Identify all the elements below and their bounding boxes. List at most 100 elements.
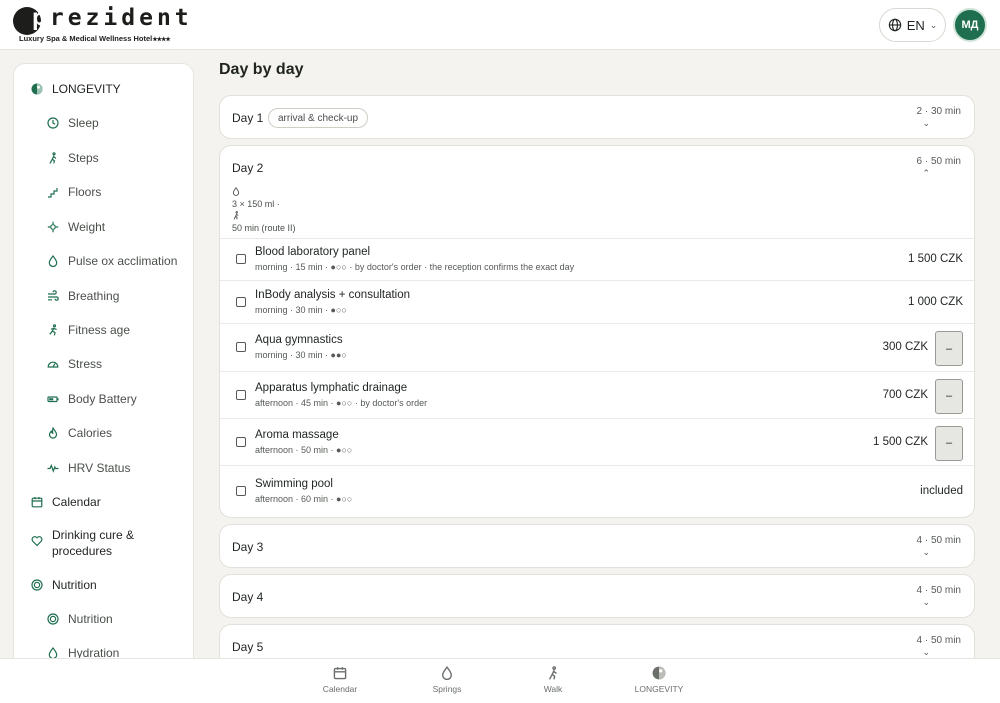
bottom-nav-calendar[interactable]: Calendar: [300, 666, 380, 694]
language-label: EN: [906, 17, 925, 33]
pulse-icon: [47, 462, 59, 474]
chevron-down-icon: ⌄: [929, 19, 938, 30]
procedure-row: InBody analysis + consultation morning · …: [220, 281, 976, 324]
remove-procedure-button[interactable]: –: [935, 331, 963, 366]
sidebar-item-fitness-age[interactable]: Fitness age: [14, 322, 193, 338]
procedure-row: Apparatus lymphatic drainage afternoon · …: [220, 372, 976, 419]
bottom-nav-springs[interactable]: Springs: [407, 666, 487, 694]
sidebar-item-stress[interactable]: Stress: [14, 356, 193, 372]
bottom-nav-walk[interactable]: Walk: [513, 666, 593, 694]
procedure-name: Aqua gymnastics: [255, 334, 343, 346]
procedure-row: Swimming pool afternoon · 60 min · ●○○ inc…: [220, 466, 976, 518]
hotel-logo[interactable]: prezident Luxury Spa & Medical Wellness …: [13, 5, 189, 45]
procedure-checkbox[interactable]: [236, 486, 246, 496]
drop-icon: [440, 666, 454, 681]
day-card-2[interactable]: Day 2 6 · 50 min ⌃ 3 × 150 ml · 50 min (…: [219, 145, 976, 518]
procedure-price: 1 500 CZK: [908, 253, 963, 265]
sidebar-item-nutrition[interactable]: Nutrition: [14, 611, 193, 627]
drop-icon: [232, 187, 240, 196]
procedure-checkbox[interactable]: [236, 389, 246, 400]
longevity-icon: [31, 83, 43, 95]
user-avatar[interactable]: МД: [953, 8, 987, 42]
bottom-nav-label: LONGEVITY: [634, 684, 684, 694]
day-duration: 4 · 50 min: [916, 535, 961, 546]
sidebar-item-label: Nutrition: [68, 612, 113, 626]
sidebar-item-pulse-ox-acclimation[interactable]: Pulse ox acclimation: [14, 253, 193, 269]
sidebar-item-label: Floors: [68, 185, 102, 199]
sidebar-item-calendar[interactable]: Calendar: [14, 494, 193, 510]
sidebar-item-breathing[interactable]: Breathing: [14, 288, 193, 304]
bottom-nav-label: Springs: [432, 684, 462, 694]
chevron-down-icon[interactable]: ⌄: [922, 647, 930, 658]
chevron-down-icon[interactable]: ⌄: [922, 118, 930, 129]
procedure-checkbox[interactable]: [236, 254, 246, 264]
procedure-price: 1 000 CZK: [908, 295, 963, 308]
procedure-name: Aroma massage: [255, 428, 339, 441]
procedure-row: Aroma massage afternoon · 50 min · ●○○ 1 5…: [220, 419, 976, 466]
sidebar-item-hrv-status[interactable]: HRV Status: [14, 460, 193, 476]
remove-procedure-button[interactable]: –: [935, 425, 963, 461]
bottom-nav-longevity[interactable]: LONGEVITY: [619, 666, 699, 694]
bottom-nav-label: Calendar: [322, 684, 358, 694]
day-label: Day 3: [232, 540, 264, 554]
procedure-detail: morning · 30 min · ●○○: [255, 304, 347, 315]
day-card-1[interactable]: Day 1 arrival & check-up 2 · 30 min ⌄: [219, 95, 975, 139]
day-duration: 4 · 50 min: [916, 635, 961, 646]
procedure-name: Apparatus lymphatic drainage: [255, 381, 408, 394]
day-duration: 4 · 50 min: [916, 585, 961, 596]
app-header: prezident Luxury Spa & Medical Wellness …: [0, 0, 1000, 50]
drop-icon: [47, 255, 59, 267]
day-label: Day 4: [232, 590, 264, 604]
language-selector[interactable]: EN ⌄: [879, 8, 946, 42]
sidebar-item-label: Drinking cure & procedures: [52, 528, 135, 558]
sidebar-item-label: Steps: [68, 151, 99, 165]
sidebar-item-steps[interactable]: Steps: [14, 150, 193, 166]
day-label: Day 1: [232, 111, 264, 125]
sidebar-item-label: Weight: [68, 220, 106, 234]
procedure-name: Swimming pool: [255, 478, 333, 490]
day-card-4[interactable]: Day 4 4 · 50 min ⌄: [219, 574, 975, 618]
sidebar-item-body-battery[interactable]: Body Battery: [14, 391, 193, 407]
procedure-checkbox[interactable]: [236, 436, 246, 447]
day-card-3[interactable]: Day 3 4 · 50 min ⌄: [219, 524, 975, 568]
weight-icon: [47, 221, 59, 233]
sidebar-item-drinking-cure-procedures[interactable]: Drinking cure & procedures: [14, 527, 164, 559]
clock-icon: [47, 117, 59, 129]
chevron-down-icon[interactable]: ⌄: [922, 597, 930, 608]
sidebar-item-label: HRV Status: [68, 461, 131, 475]
procedure-detail: afternoon · 50 min · ●○○: [255, 444, 353, 455]
sidebar-item-label: Nutrition: [52, 578, 97, 592]
procedure-name: InBody analysis + consultation: [255, 288, 411, 301]
procedure-price: 300 CZK: [882, 341, 928, 353]
sidebar-item-label: Body Battery: [68, 392, 137, 406]
procedure-checkbox[interactable]: [236, 342, 246, 352]
logo-stars: ★★★★: [152, 37, 170, 43]
gauge-icon: [47, 358, 59, 370]
sidebar-item-sleep[interactable]: Sleep: [14, 115, 193, 131]
procedure-checkbox[interactable]: [236, 296, 246, 307]
chevron-down-icon[interactable]: ⌄: [922, 547, 930, 558]
remove-procedure-button[interactable]: –: [935, 378, 963, 414]
procedure-detail: morning · 15 min · ●○○ · by doctor's ord…: [255, 262, 575, 272]
page-title: Day by day: [219, 61, 304, 78]
calendar-icon: [31, 496, 43, 508]
walk-meta: 50 min (route II): [232, 211, 296, 234]
battery-icon: [47, 393, 59, 405]
sidebar-item-weight[interactable]: Weight: [14, 219, 193, 235]
sidebar-item-calories[interactable]: Calories: [14, 425, 193, 441]
sidebar: LONGEVITY Sleep Steps Floors Weight Pulse ox …: [13, 63, 194, 703]
sidebar-item-floors[interactable]: Floors: [14, 184, 193, 200]
chevron-up-icon[interactable]: ⌃: [922, 168, 930, 179]
procedure-row: Blood laboratory panel morning · 15 min ·…: [220, 239, 976, 281]
sidebar-item-label: Stress: [68, 357, 103, 371]
sidebar-item-nutrition[interactable]: Nutrition: [14, 577, 193, 593]
walk-icon: [233, 211, 239, 220]
procedure-detail: morning · 30 min · ●●○: [255, 350, 347, 360]
day-duration: 2 · 30 min: [916, 106, 961, 117]
bottom-nav: Calendar Springs Walk LONGEVITY: [0, 658, 1000, 703]
logo-wordmark: prezident: [32, 5, 193, 31]
sidebar-item-label: Pulse ox acclimation: [68, 254, 178, 268]
sidebar-item-longevity[interactable]: LONGEVITY: [14, 81, 193, 97]
walk-icon: [47, 152, 59, 164]
target-icon: [31, 579, 43, 591]
